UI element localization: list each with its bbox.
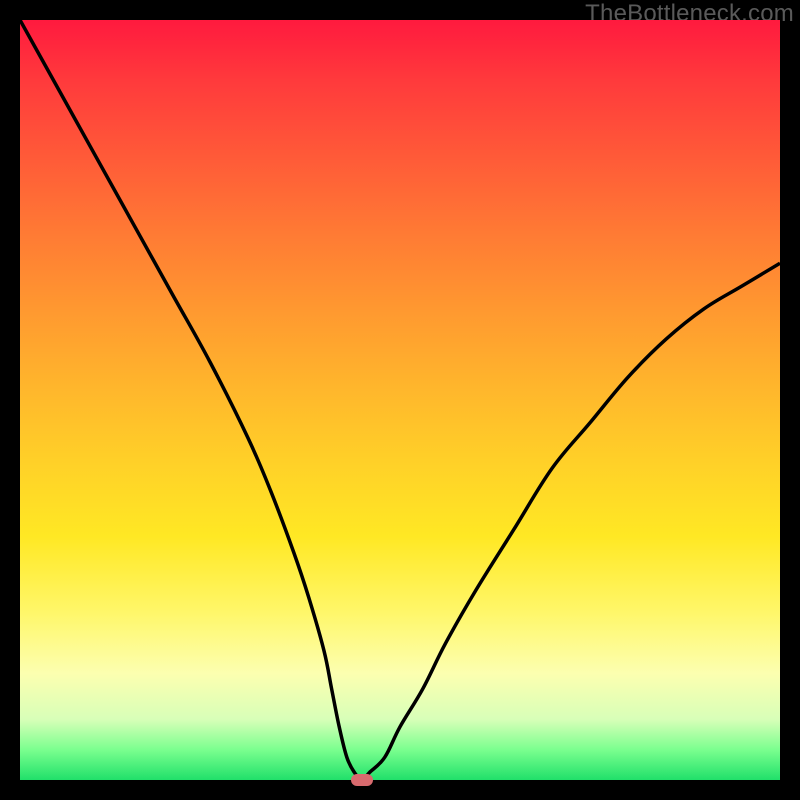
minimum-marker	[351, 774, 373, 786]
plot-area	[20, 20, 780, 780]
curve-path	[20, 20, 780, 780]
chart-frame: TheBottleneck.com	[0, 0, 800, 800]
bottleneck-curve	[20, 20, 780, 780]
